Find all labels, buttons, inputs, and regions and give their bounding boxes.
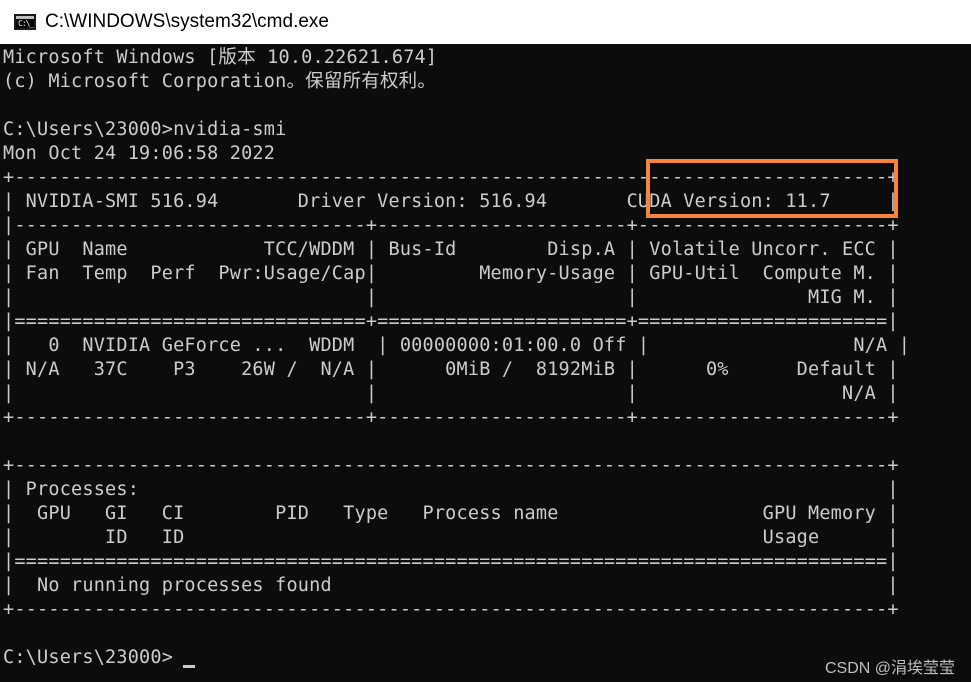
console-line: |-------------------------------+-------… bbox=[3, 215, 899, 236]
console-line: | | | N/A | bbox=[3, 383, 899, 404]
console-line: | GPU GI CI PID Type Process name GPU Me… bbox=[3, 503, 899, 524]
console-line: C:\Users\23000> bbox=[3, 647, 174, 668]
console-line: Microsoft Windows [版本 10.0.22621.674] bbox=[3, 47, 438, 68]
console-line: | No running processes found | bbox=[3, 575, 899, 596]
console-line: | | | MIG M. | bbox=[3, 287, 899, 308]
console-line: +---------------------------------------… bbox=[3, 599, 899, 620]
console-line: |===============================+=======… bbox=[3, 311, 899, 332]
console-line: +---------------------------------------… bbox=[3, 455, 899, 476]
text-cursor bbox=[183, 665, 195, 668]
console-line: | Processes: | bbox=[3, 479, 899, 500]
console-line: +---------------------------------------… bbox=[3, 167, 899, 188]
console-line: |=======================================… bbox=[3, 551, 899, 572]
console-line: | GPU Name TCC/WDDM | Bus-Id Disp.A | Vo… bbox=[3, 239, 899, 260]
console-line: | Fan Temp Perf Pwr:Usage/Cap| Memory-Us… bbox=[3, 263, 899, 284]
console-line: Mon Oct 24 19:06:58 2022 bbox=[3, 143, 276, 164]
console-output[interactable]: Microsoft Windows [版本 10.0.22621.674] (c)… bbox=[0, 44, 971, 682]
console-line: | NVIDIA-SMI 516.94 Driver Version: 516.… bbox=[3, 191, 899, 212]
window-title: C:\WINDOWS\system32\cmd.exe bbox=[45, 11, 329, 32]
cmd-icon-glyph: C:\_ bbox=[18, 19, 34, 28]
console-line: | 0 NVIDIA GeForce ... WDDM | 00000000:0… bbox=[3, 335, 911, 356]
watermark: CSDN @涓埃莹莹 bbox=[824, 660, 955, 677]
console-line: | ID ID Usage | bbox=[3, 527, 899, 548]
console-line: (c) Microsoft Corporation。保留所有权利。 bbox=[3, 71, 437, 92]
console-line: C:\Users\23000>nvidia-smi bbox=[3, 119, 287, 140]
title-bar[interactable]: C:\_ C:\WINDOWS\system32\cmd.exe bbox=[0, 0, 971, 44]
cmd-icon: C:\_ bbox=[14, 14, 36, 30]
console-line: | N/A 37C P3 26W / N/A | 0MiB / 8192MiB … bbox=[3, 359, 899, 380]
console-line: +-------------------------------+-------… bbox=[3, 407, 899, 428]
